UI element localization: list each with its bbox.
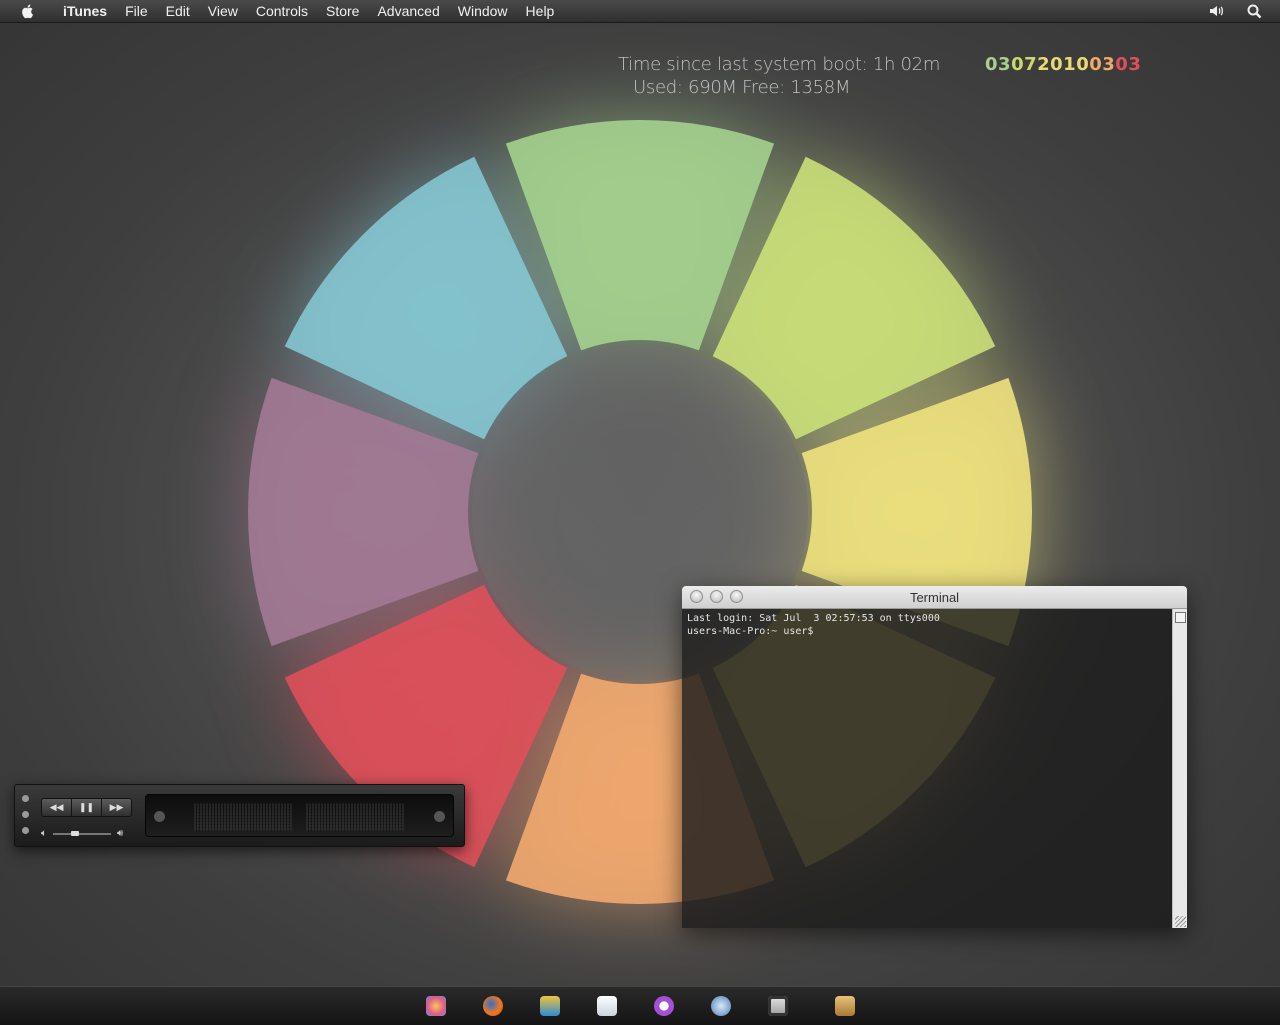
terminal-window[interactable]: Terminal Last login: Sat Jul 3 02:57:53 … [682, 586, 1187, 928]
terminal-icon[interactable] [768, 996, 788, 1016]
close-button[interactable] [22, 795, 29, 802]
play-indicator-icon[interactable] [154, 811, 165, 822]
terminal-scrollbar[interactable] [1172, 609, 1187, 928]
date-code-part: 07 [1011, 54, 1038, 75]
globe-sync-icon[interactable] [711, 996, 731, 1016]
uptime-text: Time since last system boot: 1h 02m [618, 54, 941, 75]
itunes-mini-player[interactable]: ◀◀ ❚❚ ▶▶ 🔈︎ 🔊︎ [14, 784, 465, 847]
spectrum-right [306, 803, 404, 831]
date-code-part: 03 [1115, 54, 1142, 75]
terminal-titlebar[interactable]: Terminal [682, 586, 1187, 609]
pause-button[interactable]: ❚❚ [72, 799, 102, 816]
fast-forward-button[interactable]: ▶▶ [102, 799, 131, 816]
lcd-display [145, 794, 454, 837]
terminal-prompt: users-Mac-Pro:~ user$ [687, 626, 814, 637]
volume-high-icon: 🔊︎ [117, 828, 124, 839]
repeat-icon[interactable] [434, 811, 445, 822]
pause-icon: ❚❚ [78, 802, 95, 812]
terminal-line: Last login: Sat Jul 3 02:57:53 on ttys00… [687, 613, 940, 624]
split-pane-button[interactable] [1175, 612, 1186, 623]
firefox-icon[interactable] [483, 996, 503, 1016]
zoom-button[interactable] [22, 827, 29, 834]
chat-icon[interactable] [654, 996, 674, 1016]
date-code-part: 03 [985, 54, 1012, 75]
volume-low-icon: 🔈︎ [41, 828, 47, 839]
pinwheel-app-icon[interactable] [426, 996, 446, 1016]
spectrum-left [194, 803, 292, 831]
terminal-content[interactable]: Last login: Sat Jul 3 02:57:53 on ttys00… [682, 609, 1172, 928]
mail-icon[interactable] [597, 996, 617, 1016]
volume-slider[interactable] [53, 830, 111, 836]
volume-knob[interactable] [70, 830, 79, 836]
archive-icon[interactable] [835, 996, 855, 1016]
rewind-icon: ◀◀ [49, 802, 64, 812]
rewind-button[interactable]: ◀◀ [42, 799, 72, 816]
close-button[interactable] [690, 590, 703, 603]
zoom-button[interactable] [730, 590, 743, 603]
memory-text: Used: 690M Free: 1358M [633, 77, 851, 98]
date-code: 03 07 2010 03 03 [985, 54, 1141, 75]
terminal-title: Terminal [909, 589, 960, 605]
photo-viewer-icon[interactable] [540, 996, 560, 1016]
date-code-part: 03 [1089, 54, 1116, 75]
resize-grip-icon[interactable] [1175, 916, 1186, 927]
minimize-button[interactable] [22, 811, 29, 818]
fast-forward-icon: ▶▶ [109, 802, 124, 812]
dock [0, 986, 1280, 1025]
date-code-part: 2010 [1037, 54, 1090, 75]
minimize-button[interactable] [710, 590, 723, 603]
